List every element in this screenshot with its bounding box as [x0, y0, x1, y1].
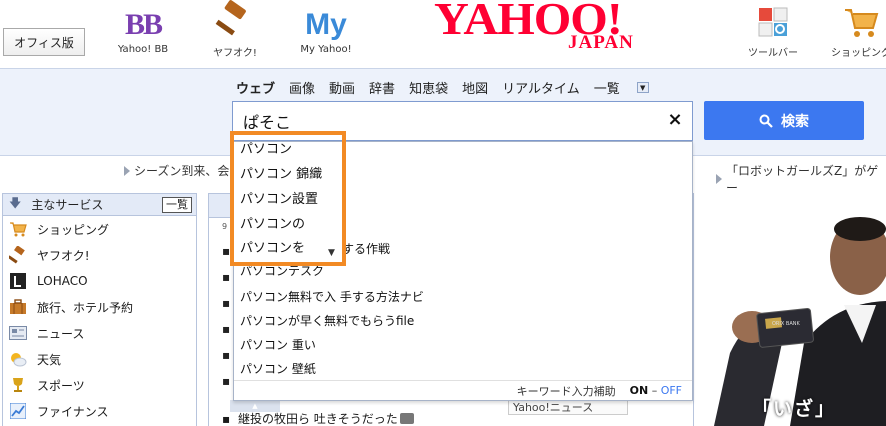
toolbar-link[interactable]: ツールバー — [728, 0, 818, 59]
tab-images[interactable]: 画像 — [289, 78, 315, 97]
ticker-left[interactable]: シーズン到来、会 — [124, 162, 229, 179]
news-bullet: ▪ — [222, 374, 231, 388]
chevron-down-icon: ▼ — [636, 82, 649, 93]
search-type-tabs: ウェブ 画像 動画 辞書 知恵袋 地図 リアルタイム 一覧 ▼ — [236, 78, 677, 97]
tab-web[interactable]: ウェブ — [236, 78, 275, 97]
suggestion-item[interactable]: パソコン 壁紙 — [240, 358, 316, 380]
tab-map[interactable]: 地図 — [462, 78, 488, 97]
tab-chiebukuro[interactable]: 知恵袋 — [409, 78, 448, 97]
ad-caption: 「いざ」 — [752, 398, 837, 420]
suggestion-item[interactable]: パソコン無料で入 手する方法ナビ — [240, 286, 424, 308]
sidebar-item-sports[interactable]: スポーツ — [3, 372, 196, 398]
suitcase-icon — [9, 298, 27, 316]
suggestion-item[interactable]: パソコンの — [240, 214, 305, 236]
keyword-assist-footer: キーワード入力補助 ON – OFF — [234, 380, 692, 400]
sidebar-item-auction[interactable]: ヤフオク! — [3, 242, 196, 268]
sidebar-item-lohaco[interactable]: LOHACO — [3, 268, 196, 294]
suggestion-item[interactable]: パソコン — [240, 139, 292, 161]
ticker-right[interactable]: 「ロボットガールズZ」がゲー — [716, 162, 886, 196]
yahoo-bb-logo-icon: BB — [124, 8, 163, 41]
sidebar-item-finance[interactable]: ファイナンス — [3, 398, 196, 424]
camera-icon — [399, 413, 414, 424]
services-sidebar: 🡇 主なサービス 一覧 ショッピング ヤフオク! LOHACO 旅行、ホテル予約… — [2, 193, 197, 426]
shopping-link[interactable]: ショッピング — [816, 0, 886, 59]
shopping-cart-icon — [816, 0, 886, 40]
yahoo-bb-link[interactable]: BB Yahoo! BB — [98, 0, 188, 56]
search-icon — [759, 114, 773, 128]
toolbar-icon — [728, 0, 818, 40]
tab-video[interactable]: 動画 — [329, 78, 355, 97]
suggestion-item[interactable]: パソコンテスク — [240, 260, 324, 282]
services-all-button[interactable]: 一覧 — [162, 197, 192, 213]
sidebar-item-weather[interactable]: 天気 — [3, 346, 196, 372]
news-bullet: ▪ — [222, 296, 231, 310]
news-small-text: 9 — [222, 222, 228, 231]
auction-link[interactable]: ヤフオク! — [190, 0, 280, 59]
auction-gavel-icon — [190, 0, 280, 40]
tab-dictionary[interactable]: 辞書 — [369, 78, 395, 97]
newspaper-icon — [9, 324, 27, 342]
clear-icon[interactable]: × — [665, 109, 685, 131]
assist-toggle[interactable]: ON – OFF — [630, 384, 682, 397]
yahoo-japan-logo[interactable]: YAHOO! JAPAN — [434, 0, 670, 56]
services-header: 🡇 主なサービス 一覧 — [3, 194, 196, 216]
search-suggestions: パソコン パソコン 錦織 パソコン設置 パソコンの パソコンを ▼ する作戦 パ… — [233, 141, 693, 401]
my-yahoo-logo-icon: My — [305, 8, 347, 41]
triangle-right-icon — [124, 165, 130, 176]
suggestion-item[interactable]: パソコン 重い — [240, 334, 316, 356]
tab-realtime[interactable]: リアルタイム — [502, 78, 580, 97]
search-input[interactable] — [232, 101, 693, 141]
office-version-button[interactable]: オフィス版 — [3, 28, 85, 56]
shopping-cart-icon — [9, 220, 27, 238]
weather-icon — [9, 350, 27, 368]
news-bullet: ▪ — [222, 348, 231, 362]
ad-card-text: ORIX BANK — [772, 321, 800, 327]
sidebar-item-news[interactable]: ニュース — [3, 320, 196, 346]
news-bullet: ▪ — [222, 270, 231, 284]
news-bullet: ▪ — [222, 244, 231, 258]
auction-gavel-icon — [9, 246, 27, 264]
suggestion-item[interactable]: パソコンが早く無料でもらうfile — [240, 310, 414, 332]
chevron-down-icon: ▼ — [328, 248, 335, 258]
search-button[interactable]: 検索 — [704, 101, 864, 140]
underlying-text: する作戦 — [342, 242, 391, 256]
suggestion-item[interactable]: パソコンを — [240, 238, 305, 260]
arrow-down-icon: 🡇 — [9, 196, 22, 210]
chart-icon — [9, 402, 27, 420]
lohaco-icon — [9, 272, 27, 290]
ad-banner[interactable]: ORIX BANK — [694, 193, 886, 426]
suggestion-item[interactable]: パソコン設置 — [240, 189, 318, 211]
my-yahoo-link[interactable]: My My Yahoo! — [281, 0, 371, 56]
sidebar-item-travel[interactable]: 旅行、ホテル予約 — [3, 294, 196, 320]
triangle-right-icon — [716, 174, 722, 184]
suggestion-item[interactable]: パソコン 錦織 — [240, 164, 322, 186]
tab-more[interactable]: 一覧 ▼ — [594, 78, 663, 97]
news-bullet: ▪ — [222, 322, 231, 336]
ad-photo — [694, 193, 886, 426]
news-headline[interactable]: 継投の牧田ら 吐きそうだった — [222, 410, 414, 426]
trophy-icon — [9, 376, 27, 394]
sidebar-item-shopping[interactable]: ショッピング — [3, 216, 196, 242]
